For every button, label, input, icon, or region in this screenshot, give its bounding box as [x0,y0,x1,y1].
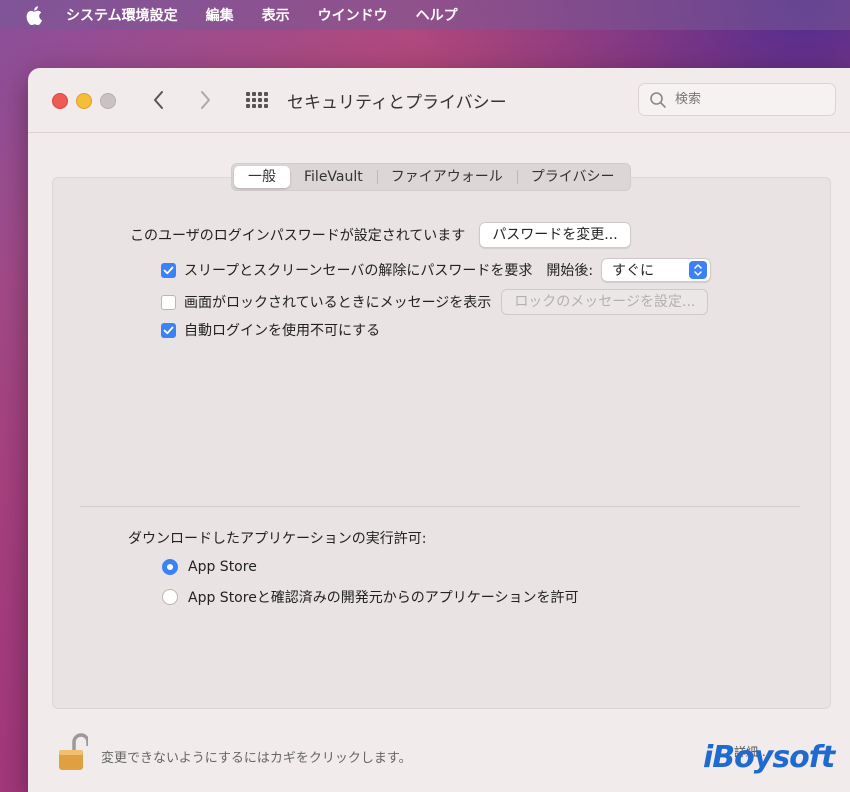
section-divider [80,506,800,507]
menu-app-name[interactable]: システム環境設定 [66,5,178,25]
search-field[interactable] [638,83,836,116]
show-message-row: 画面がロックされているときにメッセージを表示 ロックのメッセージを設定... [161,289,709,315]
disable-auto-login-label: 自動ログインを使用不可にする [184,323,381,339]
lock-hint-text: 変更できないようにするにはカギをクリックします。 [101,751,412,766]
minimize-button[interactable] [76,93,92,109]
tab-privacy[interactable]: プライバシー [516,166,629,188]
updown-chevron-icon [689,261,708,279]
require-password-label: スリープとスクリーンセーバの解除にパスワードを要求 [184,263,533,279]
radio-app-store-label: App Store [188,559,257,575]
tab-filevault[interactable]: FileVault [290,166,377,188]
login-password-row: このユーザのログインパスワードが設定されています パスワードを変更... [130,222,631,248]
apple-menu-icon[interactable] [26,4,48,26]
zoom-button[interactable] [100,93,116,109]
security-privacy-window: セキュリティとプライバシー 一般 FileVault ファイアウォール プライバ… [28,68,850,792]
disable-auto-login-checkbox[interactable] [161,322,176,338]
require-password-row: スリープとスクリーンセーバの解除にパスワードを要求 開始後: すぐに [161,258,712,282]
set-lock-message-button[interactable]: ロックのメッセージを設定... [501,289,709,315]
search-input[interactable] [673,91,827,108]
menu-edit[interactable]: 編集 [206,5,234,25]
checkmark-icon [163,326,174,334]
radio-identified-label: App Storeと確認済みの開発元からのアプリケーションを許可 [188,590,579,606]
back-button[interactable] [148,88,170,112]
tab-firewall[interactable]: ファイアウォール [376,166,517,188]
title-bar: セキュリティとプライバシー [28,68,850,133]
content-panel [52,177,831,709]
window-title: セキュリティとプライバシー [287,93,507,113]
login-password-text: このユーザのログインパスワードが設定されています [130,228,466,244]
watermark-logo: iBoysoft [703,740,835,775]
delay-select[interactable]: すぐに [601,258,712,282]
delay-select-value: すぐに [612,263,655,279]
radio-app-store[interactable] [162,559,178,575]
disable-auto-login-row: 自動ログインを使用不可にする [161,320,380,340]
show-message-label: 画面がロックされているときにメッセージを表示 [184,295,492,311]
search-icon [650,91,666,108]
change-password-button[interactable]: パスワードを変更... [479,222,631,248]
menu-view[interactable]: 表示 [262,5,290,25]
menu-window[interactable]: ウインドウ [318,5,388,25]
after-label: 開始後: [546,263,594,279]
show-all-button[interactable] [244,90,270,110]
tab-bar: 一般 FileVault ファイアウォール プライバシー [231,163,632,191]
radio-app-store-row: App Store [162,559,257,575]
menu-help[interactable]: ヘルプ [416,5,458,25]
show-message-checkbox[interactable] [161,294,176,310]
require-password-checkbox[interactable] [161,262,176,278]
radio-identified-row: App Storeと確認済みの開発元からのアプリケーションを許可 [162,587,579,607]
chevron-left-icon [154,91,163,109]
grid-icon [246,92,268,108]
menu-bar: システム環境設定 編集 表示 ウインドウ ヘルプ [0,0,850,30]
chevron-right-icon [201,91,210,109]
tab-general[interactable]: 一般 [234,166,290,188]
close-button[interactable] [52,93,68,109]
lock-icon[interactable] [58,732,90,772]
downloads-heading: ダウンロードしたアプリケーションの実行許可: [128,531,427,547]
radio-identified-developers[interactable] [162,589,178,605]
checkmark-icon [163,266,174,274]
forward-button[interactable] [194,88,216,112]
